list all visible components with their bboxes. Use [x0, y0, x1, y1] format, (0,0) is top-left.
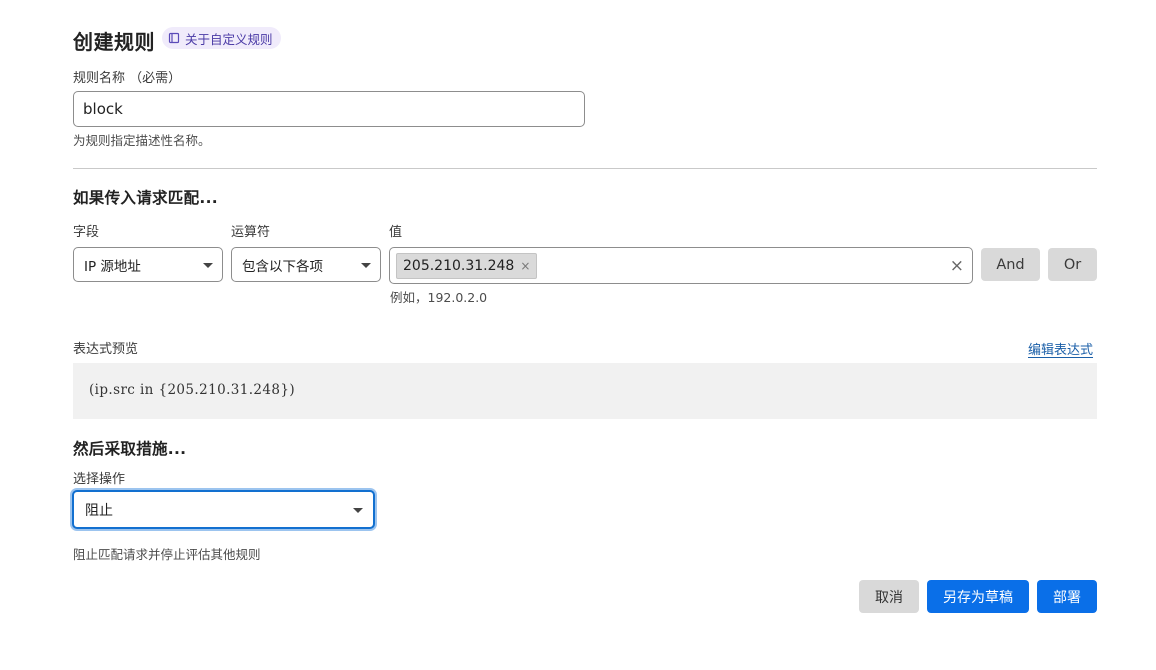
- create-rule-page: 创建规则 关于自定义规则 规则名称 （必需） 为规则指定描述性名称。 如果传入请…: [0, 0, 1156, 670]
- save-draft-button[interactable]: 另存为草稿: [927, 580, 1029, 613]
- expression-code: (ip.src in {205.210.31.248}): [89, 382, 296, 398]
- chevron-down-icon: [203, 262, 213, 268]
- cancel-button[interactable]: 取消: [859, 580, 919, 613]
- section-divider: [73, 168, 1097, 169]
- rule-name-help: 为规则指定描述性名称。: [73, 133, 211, 148]
- chevron-down-icon: [361, 262, 371, 268]
- book-icon: [168, 32, 180, 44]
- action-select-value: 阻止: [85, 502, 113, 519]
- and-button[interactable]: And: [981, 248, 1040, 281]
- deploy-button[interactable]: 部署: [1037, 580, 1097, 613]
- operator-label: 运算符: [231, 225, 271, 240]
- value-label: 值: [389, 225, 403, 240]
- action-help: 阻止匹配请求并停止评估其他规则: [73, 547, 261, 562]
- chevron-down-icon: [353, 507, 363, 513]
- value-input[interactable]: 205.210.31.248 × ×: [389, 247, 973, 284]
- edit-expression-link[interactable]: 编辑表达式: [1028, 339, 1093, 358]
- doc-link-label: 关于自定义规则: [185, 31, 273, 47]
- action-select[interactable]: 阻止: [72, 490, 375, 529]
- action-select-label: 选择操作: [73, 472, 126, 487]
- expression-preview-label: 表达式预览: [73, 342, 139, 357]
- expression-preview: (ip.src in {205.210.31.248}): [73, 363, 1097, 419]
- value-tag: 205.210.31.248 ×: [396, 253, 538, 279]
- field-select-value: IP 源地址: [84, 258, 141, 275]
- action-section-title: 然后采取措施...: [73, 440, 187, 458]
- field-label: 字段: [73, 225, 100, 240]
- match-section-title: 如果传入请求匹配...: [73, 189, 218, 207]
- rule-name-input[interactable]: [73, 91, 585, 127]
- remove-tag-icon[interactable]: ×: [520, 259, 530, 273]
- custom-rules-doc-link[interactable]: 关于自定义规则: [162, 27, 281, 49]
- rule-name-label: 规则名称 （必需）: [73, 71, 182, 86]
- page-title: 创建规则: [73, 30, 155, 54]
- operator-select-value: 包含以下各项: [242, 258, 323, 275]
- or-button[interactable]: Or: [1048, 248, 1097, 281]
- clear-icon[interactable]: ×: [950, 255, 964, 277]
- field-select[interactable]: IP 源地址: [73, 247, 223, 282]
- value-example: 例如，192.0.2.0: [390, 290, 488, 305]
- operator-select[interactable]: 包含以下各项: [231, 247, 381, 282]
- value-tag-text: 205.210.31.248: [403, 258, 515, 274]
